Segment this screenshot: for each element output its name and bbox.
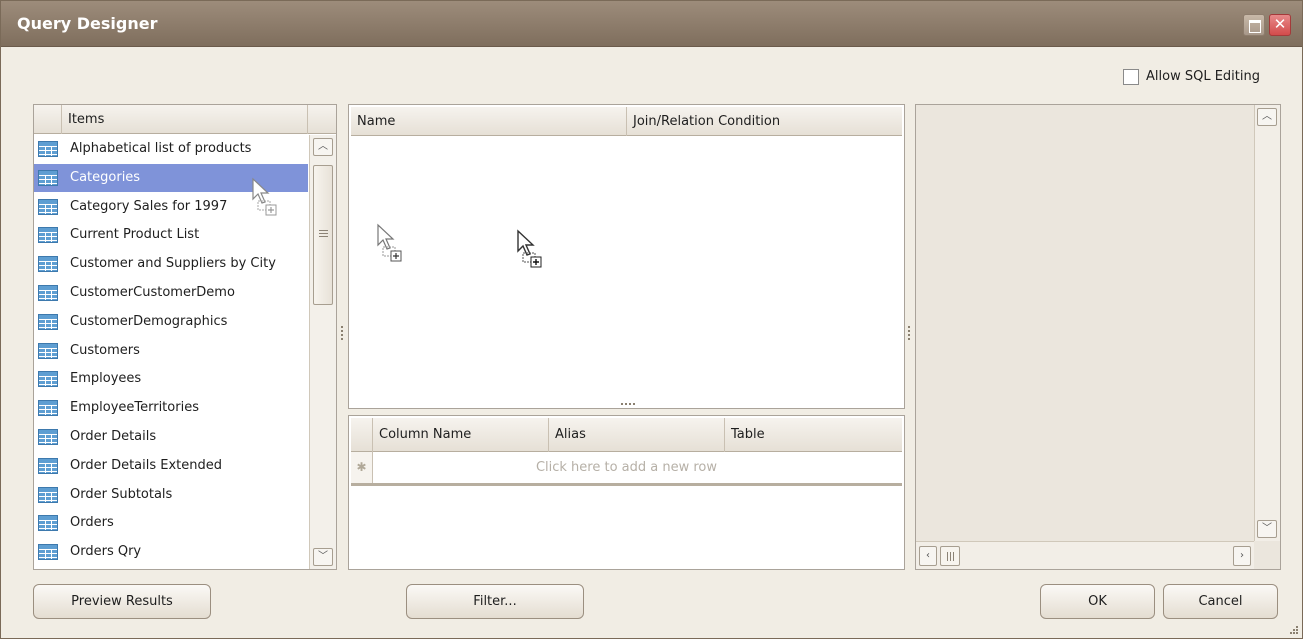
- drag-add-cursor-icon: [252, 177, 277, 216]
- maximize-icon[interactable]: [1243, 14, 1265, 36]
- list-item-label: Orders Qry: [70, 544, 142, 560]
- relations-column-condition[interactable]: Join/Relation Condition: [627, 107, 902, 136]
- columns-grid-header: Column Name Alias Table: [351, 418, 902, 452]
- list-item[interactable]: Employees: [34, 365, 308, 393]
- list-item[interactable]: CustomerCustomerDemo: [34, 279, 308, 307]
- list-item[interactable]: Orders Qry: [34, 538, 308, 566]
- table-icon: [38, 342, 58, 359]
- preview-results-button[interactable]: Preview Results: [33, 584, 211, 619]
- table-icon: [38, 198, 58, 215]
- table-icon: [38, 429, 58, 445]
- right-scroll-down-icon[interactable]: ﹀: [1257, 520, 1277, 538]
- table-icon: [38, 256, 58, 273]
- scroll-thumb[interactable]: [313, 165, 333, 305]
- items-column-header[interactable]: Items: [62, 105, 308, 134]
- table-icon: [38, 371, 58, 388]
- scroll-right-icon[interactable]: ›: [1233, 546, 1251, 566]
- drag-add-cursor-icon: [377, 223, 402, 262]
- list-item[interactable]: Customers: [34, 337, 308, 365]
- table-header[interactable]: Table: [725, 418, 902, 452]
- filter-button[interactable]: Filter...: [406, 584, 584, 619]
- list-item[interactable]: EmployeeTerritories: [34, 394, 308, 422]
- list-item[interactable]: Alphabetical list of products: [34, 135, 308, 163]
- list-item-label: Category Sales for 1997: [70, 198, 228, 214]
- new-row-prompt[interactable]: Click here to add a new row: [351, 452, 902, 483]
- list-item[interactable]: Current Product List: [34, 221, 308, 249]
- columns-row-indicator-header: [351, 418, 373, 452]
- title-bar[interactable]: Query Designer ✕: [1, 1, 1302, 47]
- right-scroll-up-icon[interactable]: ︿: [1257, 108, 1277, 126]
- list-item-label: CustomerCustomerDemo: [70, 285, 235, 300]
- table-icon: [38, 400, 58, 417]
- row-indicator-header: [34, 105, 62, 134]
- alias-header[interactable]: Alias: [549, 418, 725, 452]
- list-item-label: Customer and Suppliers by City: [70, 256, 276, 272]
- allow-sql-editing-label[interactable]: Allow SQL Editing: [1146, 69, 1260, 84]
- scroll-left-icon[interactable]: ‹: [919, 546, 937, 566]
- list-item-label: Alphabetical list of products: [70, 141, 252, 156]
- table-icon: [38, 285, 58, 301]
- list-item[interactable]: Order Details: [34, 423, 308, 451]
- query-designer-window: Query Designer ✕ Allow SQL Editing Items…: [0, 0, 1303, 639]
- list-item[interactable]: CustomerDemographics: [34, 308, 308, 336]
- table-icon: [38, 169, 58, 186]
- vertical-splitter-left[interactable]: [341, 326, 343, 340]
- allow-sql-editing-checkbox[interactable]: [1123, 69, 1139, 85]
- list-item-label: Order Subtotals: [70, 486, 173, 502]
- right-vertical-scrollbar[interactable]: ︿ ﹀: [1254, 105, 1280, 541]
- list-item[interactable]: Orders: [34, 509, 308, 537]
- close-icon[interactable]: ✕: [1269, 14, 1291, 36]
- table-icon: [38, 486, 58, 503]
- list-item-label: EmployeeTerritories: [70, 400, 199, 416]
- list-item-label: CustomerDemographics: [70, 313, 228, 329]
- columns-panel: Column Name Alias Table Click here to ad…: [348, 415, 905, 570]
- relations-panel[interactable]: Name Join/Relation Condition: [348, 104, 905, 409]
- list-item-label: Customers: [70, 342, 140, 358]
- items-panel: Items Alphabetical list of products Categ…: [33, 104, 337, 570]
- scroll-down-icon[interactable]: ﹀: [313, 548, 333, 566]
- list-item-label: Order Details Extended: [70, 457, 223, 473]
- relations-column-name[interactable]: Name: [351, 107, 627, 136]
- right-horizontal-scrollbar[interactable]: ‹ ›: [916, 541, 1254, 569]
- vertical-splitter-right[interactable]: [908, 326, 910, 340]
- table-icon: [38, 457, 58, 474]
- window-title: Query Designer: [17, 14, 158, 33]
- list-item[interactable]: Customer and Suppliers by City: [34, 250, 308, 278]
- cancel-button[interactable]: Cancel: [1163, 584, 1278, 619]
- horizontal-scroll-thumb[interactable]: [940, 546, 960, 566]
- column-name-header[interactable]: Column Name: [373, 418, 549, 452]
- list-item-label: Employees: [70, 371, 142, 387]
- list-item-label: Order Details: [70, 429, 157, 444]
- new-row-asterisk-icon: ✱: [351, 452, 373, 483]
- table-icon: [38, 227, 58, 244]
- horizontal-splitter[interactable]: [621, 403, 635, 405]
- items-vertical-scrollbar[interactable]: ︿ ﹀: [309, 135, 336, 569]
- items-grid-header: Items: [34, 105, 336, 134]
- table-icon: [38, 141, 58, 157]
- new-row[interactable]: Click here to add a new row ✱: [351, 452, 902, 486]
- ok-button[interactable]: OK: [1040, 584, 1155, 619]
- relations-grid-header: Name Join/Relation Condition: [351, 107, 902, 136]
- scroll-up-icon[interactable]: ︿: [313, 138, 333, 156]
- resize-grip-icon[interactable]: [1289, 625, 1299, 635]
- sql-preview-panel[interactable]: ︿ ﹀ ‹ ›: [915, 104, 1281, 570]
- table-icon: [38, 515, 58, 532]
- table-icon: [38, 313, 58, 330]
- list-item-label: Orders: [70, 515, 114, 531]
- drag-add-cursor-icon: [517, 229, 542, 268]
- table-icon: [38, 544, 58, 561]
- list-item-label: Categories: [70, 169, 141, 185]
- list-item[interactable]: Order Subtotals: [34, 481, 308, 509]
- header-corner: [308, 105, 336, 134]
- list-item[interactable]: Order Details Extended: [34, 452, 308, 480]
- list-item-label: Current Product List: [70, 227, 200, 243]
